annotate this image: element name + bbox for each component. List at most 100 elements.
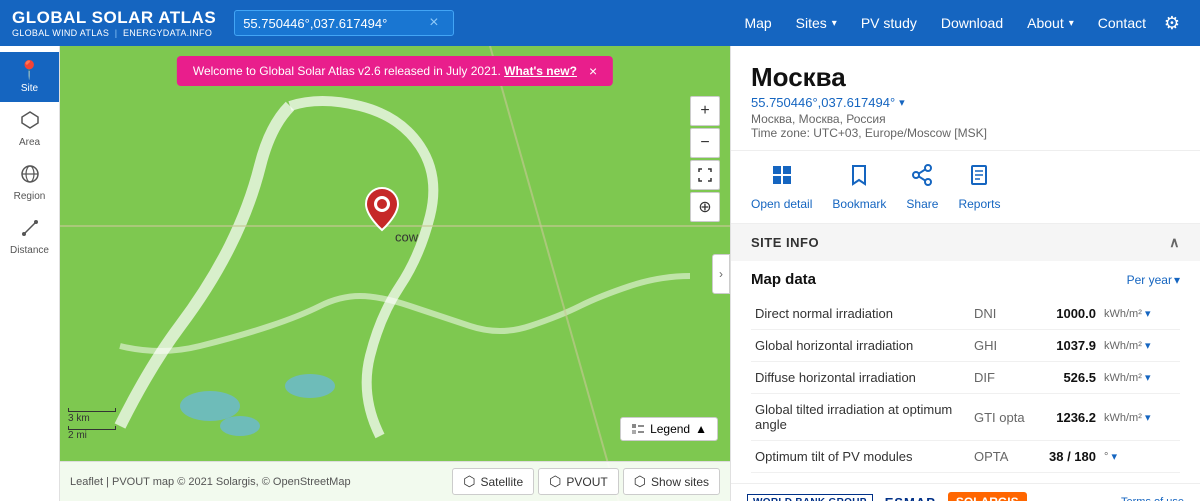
show-sites-label: Show sites: [651, 475, 709, 489]
sidebar-item-region[interactable]: Region: [0, 156, 59, 210]
share-action[interactable]: Share: [906, 163, 938, 211]
row-value: 526.5: [1030, 362, 1100, 394]
header: GLOBAL SOLAR ATLAS GLOBAL WIND ATLAS | E…: [0, 0, 1200, 46]
fullscreen-button[interactable]: [690, 160, 720, 190]
row-abbr: OPTA: [970, 441, 1030, 473]
sites-chevron-icon: ▾: [832, 18, 837, 29]
share-icon: [910, 163, 934, 193]
bookmark-icon: [847, 163, 871, 193]
row-value: 38 / 180: [1030, 441, 1100, 473]
locate-button[interactable]: ⊕: [690, 192, 720, 222]
settings-button[interactable]: ⚙: [1156, 7, 1188, 39]
row-unit: kWh/m² ▾: [1100, 298, 1180, 330]
row-label: Direct normal irradiation: [751, 298, 970, 330]
site-info-collapse-icon[interactable]: ∧: [1169, 234, 1180, 251]
per-year-dropdown[interactable]: Per year ▾: [1127, 273, 1180, 287]
zoom-in-button[interactable]: +: [690, 96, 720, 126]
open-detail-label: Open detail: [751, 197, 812, 211]
table-row: Direct normal irradiation DNI 1000.0 kWh…: [751, 298, 1180, 330]
show-sites-icon: ⬡: [634, 473, 646, 490]
zoom-out-button[interactable]: −: [690, 128, 720, 158]
nav-download[interactable]: Download: [931, 9, 1013, 37]
table-row: Diffuse horizontal irradiation DIF 526.5…: [751, 362, 1180, 394]
unit-dropdown[interactable]: ▾: [1145, 412, 1151, 424]
open-detail-icon: [770, 163, 794, 193]
data-table: Direct normal irradiation DNI 1000.0 kWh…: [751, 298, 1180, 473]
panel-timezone: Time zone: UTC+03, Europe/Moscow [MSK]: [751, 126, 1180, 140]
notification-link[interactable]: What's new?: [504, 64, 577, 78]
nav-contact[interactable]: Contact: [1088, 9, 1156, 37]
map-data-header: Map data Per year ▾: [751, 271, 1180, 288]
reports-action[interactable]: Reports: [958, 163, 1000, 211]
search-bar[interactable]: ×: [234, 10, 454, 36]
share-label: Share: [906, 197, 938, 211]
panel-collapse-button[interactable]: ›: [712, 254, 730, 294]
right-panel: Москва 55.750446°,037.617494° ▾ Москва, …: [730, 46, 1200, 501]
notification-close-button[interactable]: ×: [589, 63, 597, 79]
satellite-button[interactable]: ⬡ Satellite: [452, 468, 534, 495]
world-bank-logo: WORLD BANK GROUP: [747, 494, 873, 501]
row-abbr: GTI opta: [970, 394, 1030, 441]
row-value: 1236.2: [1030, 394, 1100, 441]
table-row: Global horizontal irradiation GHI 1037.9…: [751, 330, 1180, 362]
map-controls: + − ⊕: [690, 96, 720, 222]
unit-dropdown[interactable]: ▾: [1111, 451, 1117, 463]
map-data-title: Map data: [751, 271, 816, 288]
pvout-label: PVOUT: [566, 475, 607, 489]
row-abbr: GHI: [970, 330, 1030, 362]
panel-header: Москва 55.750446°,037.617494° ▾ Москва, …: [731, 46, 1200, 151]
logo-main: GLOBAL SOLAR ATLAS: [12, 8, 216, 28]
sidebar-item-distance-label: Distance: [10, 245, 49, 256]
attribution-text: Leaflet | PVOUT map © 2021 Solargis, © O…: [70, 476, 351, 488]
satellite-label: Satellite: [480, 475, 523, 489]
unit-dropdown[interactable]: ▾: [1145, 372, 1151, 384]
search-clear-button[interactable]: ×: [429, 14, 438, 32]
show-sites-button[interactable]: ⬡ Show sites: [623, 468, 720, 495]
sidebar-item-area[interactable]: Area: [0, 102, 59, 156]
sidebar-item-region-label: Region: [14, 191, 46, 202]
map-data-section: Map data Per year ▾ Direct normal irradi…: [731, 261, 1200, 483]
coords-text: 55.750446°,037.617494°: [751, 95, 895, 110]
sidebar-item-area-label: Area: [19, 137, 40, 148]
reports-icon: [967, 163, 991, 193]
nav-about[interactable]: About ▾: [1017, 9, 1084, 37]
pvout-icon: ⬡: [549, 473, 561, 490]
reports-label: Reports: [958, 197, 1000, 211]
per-year-chevron-icon: ▾: [1174, 273, 1180, 287]
legend-button[interactable]: Legend ▲: [620, 417, 718, 441]
map-mode-buttons: ⬡ Satellite ⬡ PVOUT ⬡ Show sites: [452, 468, 720, 495]
notification-bar: Welcome to Global Solar Atlas v2.6 relea…: [177, 56, 613, 86]
main-layout: 📍 Site Area Region: [0, 46, 1200, 501]
table-row: Global tilted irradiation at optimum ang…: [751, 394, 1180, 441]
row-label: Global horizontal irradiation: [751, 330, 970, 362]
legend-expand-icon: ▲: [695, 422, 707, 436]
terms-of-use-link[interactable]: Terms of use: [1121, 496, 1184, 501]
sidebar-item-site[interactable]: 📍 Site: [0, 52, 59, 102]
sidebar-item-distance[interactable]: Distance: [0, 210, 59, 264]
open-detail-action[interactable]: Open detail: [751, 163, 812, 211]
nav-sites[interactable]: Sites ▾: [786, 9, 847, 37]
search-input[interactable]: [243, 16, 423, 31]
city-name: Москва: [751, 62, 1180, 93]
nav-pv-study[interactable]: PV study: [851, 9, 927, 37]
pvout-button[interactable]: ⬡ PVOUT: [538, 468, 619, 495]
bookmark-action[interactable]: Bookmark: [832, 163, 886, 211]
esmap-logo: ESMAP: [885, 495, 936, 501]
scale-label-mi: 2 mi: [68, 430, 116, 441]
row-abbr: DNI: [970, 298, 1030, 330]
panel-coords: 55.750446°,037.617494° ▾: [751, 95, 1180, 110]
map-area[interactable]: Welcome to Global Solar Atlas v2.6 relea…: [60, 46, 730, 501]
logo: GLOBAL SOLAR ATLAS GLOBAL WIND ATLAS | E…: [12, 8, 216, 38]
row-unit: kWh/m² ▾: [1100, 362, 1180, 394]
row-value: 1037.9: [1030, 330, 1100, 362]
panel-location: Москва, Москва, Россия: [751, 112, 1180, 126]
scale-bar-km: [68, 408, 116, 412]
unit-dropdown[interactable]: ▾: [1145, 340, 1151, 352]
scale-label-km: 3 km: [68, 413, 116, 424]
unit-dropdown[interactable]: ▾: [1145, 308, 1151, 320]
coords-edit-icon[interactable]: ▾: [899, 96, 905, 109]
table-row: Optimum tilt of PV modules OPTA 38 / 180…: [751, 441, 1180, 473]
row-unit: kWh/m² ▾: [1100, 394, 1180, 441]
logo-sub: GLOBAL WIND ATLAS | ENERGYDATA.INFO: [12, 28, 216, 38]
nav-map[interactable]: Map: [734, 9, 781, 37]
